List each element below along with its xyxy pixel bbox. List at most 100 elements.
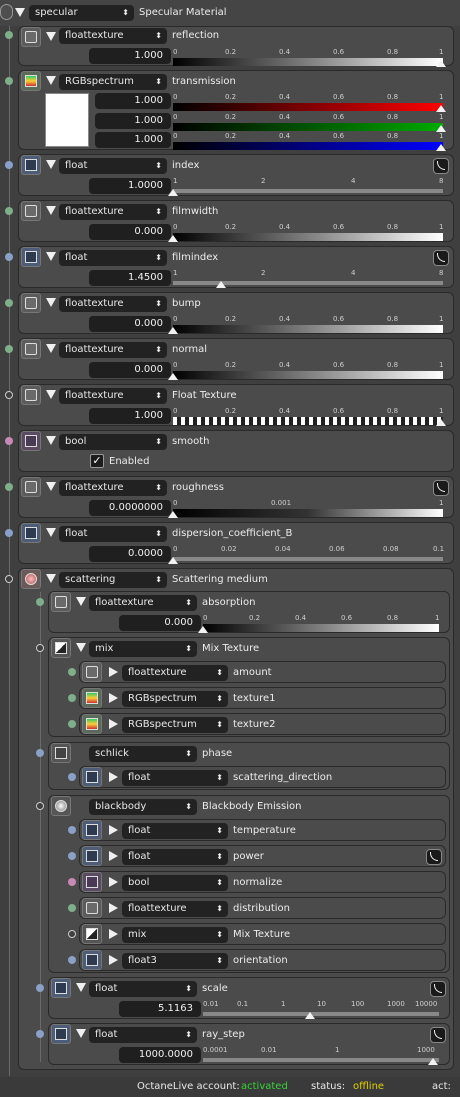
- type-dropdown[interactable]: float ⬍: [122, 823, 228, 839]
- expand-triangle-icon[interactable]: [46, 528, 56, 537]
- curve-toggle-icon[interactable]: [433, 158, 449, 174]
- input-pin-dot[interactable]: [5, 437, 13, 445]
- expand-triangle-icon[interactable]: [46, 160, 56, 169]
- input-pin-dot[interactable]: [5, 161, 13, 169]
- type-dropdown[interactable]: floattexture ⬍: [59, 204, 167, 220]
- input-pin-dot[interactable]: [68, 878, 76, 886]
- expand-triangle-icon[interactable]: [46, 344, 56, 353]
- float-icon[interactable]: [51, 1024, 71, 1044]
- type-dropdown[interactable]: blackbody ⬍: [89, 799, 197, 815]
- float-icon[interactable]: [21, 523, 41, 543]
- value-field[interactable]: 0.000: [89, 362, 171, 378]
- expand-triangle-icon[interactable]: [76, 983, 86, 992]
- green-value-field[interactable]: 1.000: [95, 113, 171, 129]
- floattexture-icon[interactable]: [21, 477, 41, 497]
- type-dropdown[interactable]: floattexture ⬍: [122, 665, 228, 681]
- value-field[interactable]: 0.0000: [89, 546, 171, 562]
- curve-toggle-icon[interactable]: [430, 981, 446, 997]
- expand-triangle-icon[interactable]: [109, 929, 118, 939]
- floattexture-icon[interactable]: [82, 662, 102, 682]
- color-swatch[interactable]: [45, 93, 89, 147]
- expand-triangle-icon[interactable]: [109, 877, 118, 887]
- floattexture-icon[interactable]: [21, 27, 41, 47]
- value-slider[interactable]: 0 0.2 0.4 0.6 0.8 1: [173, 407, 446, 427]
- float-icon[interactable]: [82, 950, 102, 970]
- input-pin-dot[interactable]: [5, 299, 13, 307]
- input-pin-dot[interactable]: [5, 575, 13, 583]
- value-slider[interactable]: 0.01 0.1 1 10 100 1000 10000: [203, 1000, 439, 1020]
- input-pin-dot[interactable]: [36, 644, 44, 652]
- input-pin-dot[interactable]: [36, 749, 44, 757]
- type-dropdown[interactable]: RGBspectrum ⬍: [122, 717, 228, 733]
- type-dropdown[interactable]: floattexture ⬍: [59, 342, 167, 358]
- expand-triangle-icon[interactable]: [109, 955, 118, 965]
- expand-triangle-icon[interactable]: [76, 1029, 86, 1038]
- type-dropdown[interactable]: float ⬍: [59, 526, 167, 542]
- input-pin-dot[interactable]: [5, 207, 13, 215]
- type-dropdown[interactable]: floattexture ⬍: [89, 595, 197, 611]
- value-slider[interactable]: 0 0.02 0.04 0.06 0.08 0.1: [168, 545, 444, 565]
- curve-toggle-icon[interactable]: [433, 480, 449, 496]
- input-pin-dot[interactable]: [36, 802, 44, 810]
- expand-triangle-icon[interactable]: [109, 693, 118, 703]
- value-slider[interactable]: 0 0.001 1: [168, 499, 443, 519]
- input-pin-dot[interactable]: [68, 668, 76, 676]
- floattexture-icon[interactable]: [21, 201, 41, 221]
- float-icon[interactable]: [21, 247, 41, 267]
- value-field[interactable]: 0.0000000: [89, 500, 171, 516]
- rgbspectrum-icon[interactable]: [82, 688, 102, 708]
- curve-toggle-icon[interactable]: [433, 250, 449, 266]
- emission-icon[interactable]: [51, 796, 71, 816]
- expand-triangle-icon[interactable]: [46, 206, 56, 215]
- type-dropdown[interactable]: floattexture ⬍: [59, 480, 167, 496]
- mix-icon[interactable]: [82, 924, 102, 944]
- type-dropdown[interactable]: mix ⬍: [89, 641, 197, 657]
- value-slider[interactable]: 0 0.2 0.4 0.6 0.8 1: [173, 48, 446, 68]
- expand-triangle-icon[interactable]: [46, 76, 56, 85]
- type-dropdown[interactable]: float ⬍: [122, 770, 228, 786]
- float-icon[interactable]: [82, 846, 102, 866]
- bool-icon[interactable]: [21, 431, 41, 451]
- input-pin-dot[interactable]: [36, 1030, 44, 1038]
- rgbspectrum-icon[interactable]: [82, 714, 102, 734]
- phase-icon[interactable]: [51, 743, 71, 763]
- float-icon[interactable]: [51, 978, 71, 998]
- type-dropdown[interactable]: floattexture ⬍: [59, 388, 167, 404]
- material-type-dropdown[interactable]: specular ⬍: [29, 5, 134, 21]
- expand-triangle-icon[interactable]: [109, 903, 118, 913]
- type-dropdown[interactable]: float ⬍: [89, 1027, 197, 1043]
- enabled-checkbox[interactable]: ✓: [90, 454, 104, 468]
- float-icon[interactable]: [82, 767, 102, 787]
- expand-triangle-icon[interactable]: [109, 667, 118, 677]
- type-dropdown[interactable]: scattering ⬍: [59, 572, 167, 588]
- bool-icon[interactable]: [82, 872, 102, 892]
- expand-triangle-icon[interactable]: [109, 772, 118, 782]
- type-dropdown[interactable]: float ⬍: [89, 981, 197, 997]
- value-field[interactable]: 1.0000: [89, 178, 171, 194]
- value-field[interactable]: 1.000: [89, 408, 171, 424]
- blue-slider[interactable]: 0 0.2 0.4 0.6 0.8 1: [173, 132, 446, 152]
- expand-triangle-icon[interactable]: [109, 851, 118, 861]
- input-pin-dot[interactable]: [5, 391, 13, 399]
- type-dropdown[interactable]: floattexture ⬍: [59, 296, 167, 312]
- input-pin-dot[interactable]: [5, 31, 13, 39]
- expand-triangle-icon[interactable]: [46, 32, 56, 41]
- expand-triangle-icon[interactable]: [46, 436, 56, 445]
- blue-value-field[interactable]: 1.000: [95, 132, 171, 148]
- floattexture-icon[interactable]: [21, 293, 41, 313]
- value-field[interactable]: 1000.0000: [119, 1047, 201, 1063]
- input-pin-dot[interactable]: [68, 720, 76, 728]
- mix-icon[interactable]: [51, 638, 71, 658]
- green-slider[interactable]: 0 0.2 0.4 0.6 0.8 1: [173, 113, 446, 133]
- expand-triangle-icon[interactable]: [46, 298, 56, 307]
- value-slider[interactable]: 1248: [168, 177, 443, 197]
- input-pin-dot[interactable]: [68, 826, 76, 834]
- expand-triangle-icon[interactable]: [109, 825, 118, 835]
- expand-triangle-icon[interactable]: [46, 574, 56, 583]
- value-field[interactable]: 0.000: [119, 615, 201, 631]
- curve-toggle-icon[interactable]: [430, 1027, 446, 1043]
- value-slider[interactable]: 0 0.2 0.4 0.6 0.8 1: [168, 315, 443, 335]
- input-pin-dot[interactable]: [5, 529, 13, 537]
- type-dropdown[interactable]: RGBspectrum ⬍: [122, 691, 228, 707]
- floattexture-icon[interactable]: [21, 385, 41, 405]
